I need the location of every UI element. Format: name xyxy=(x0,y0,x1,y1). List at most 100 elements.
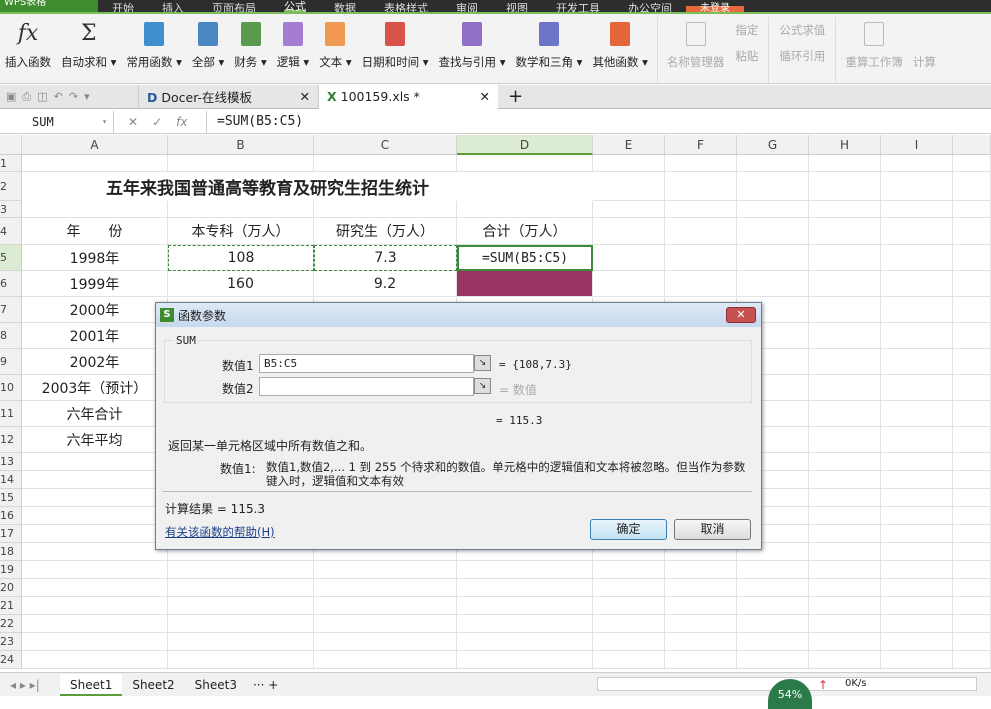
column-header-J[interactable] xyxy=(953,135,991,155)
function-category-button[interactable]: 查找与引用 ▾ xyxy=(439,14,506,70)
cell[interactable] xyxy=(593,172,665,201)
cell[interactable] xyxy=(593,561,665,579)
preview-icon[interactable]: ◫ xyxy=(37,90,47,104)
cell[interactable] xyxy=(953,375,991,401)
cell[interactable] xyxy=(737,579,809,597)
more-sheets-icon[interactable]: ··· + xyxy=(253,678,278,692)
print-icon[interactable]: ⎙ xyxy=(22,90,31,104)
cell[interactable] xyxy=(881,597,953,615)
cell[interactable] xyxy=(809,651,881,669)
cell[interactable] xyxy=(953,427,991,453)
cell[interactable] xyxy=(665,218,737,245)
cell[interactable] xyxy=(737,271,809,297)
cell[interactable] xyxy=(168,579,314,597)
cell[interactable] xyxy=(953,453,991,471)
doc-tab-workbook[interactable]: X 100159.xls * ✕ xyxy=(318,84,498,109)
column-header-E[interactable]: E xyxy=(593,135,665,155)
cell[interactable] xyxy=(881,375,953,401)
dropdown-icon[interactable]: ▾ xyxy=(84,90,90,104)
cell[interactable] xyxy=(953,401,991,427)
cell[interactable] xyxy=(22,201,168,218)
cell[interactable] xyxy=(314,615,457,633)
function-category-button[interactable]: 日期和时间 ▾ xyxy=(362,14,429,70)
cell[interactable] xyxy=(665,271,737,297)
cell[interactable] xyxy=(665,245,737,271)
cell[interactable] xyxy=(953,561,991,579)
row-header-5[interactable]: 5 xyxy=(0,245,22,271)
cell[interactable] xyxy=(593,579,665,597)
formula-eval-button[interactable]: 公式求值 xyxy=(779,22,825,38)
cell[interactable] xyxy=(953,323,991,349)
cell[interactable] xyxy=(809,271,881,297)
cancel-button[interactable]: 取消 xyxy=(674,519,751,540)
cell[interactable] xyxy=(22,543,168,561)
cell[interactable] xyxy=(22,155,168,172)
row-header-3[interactable]: 3 xyxy=(0,201,22,218)
cell[interactable] xyxy=(665,597,737,615)
cell[interactable] xyxy=(809,453,881,471)
row-header-9[interactable]: 9 xyxy=(0,349,22,375)
function-category-button[interactable]: 常用函数 ▾ xyxy=(126,14,182,70)
row-header-16[interactable]: 16 xyxy=(0,507,22,525)
cell[interactable] xyxy=(953,525,991,543)
row-header-19[interactable]: 19 xyxy=(0,561,22,579)
close-button[interactable]: ✕ xyxy=(726,307,756,323)
cell[interactable] xyxy=(22,579,168,597)
row-header-2[interactable]: 2 xyxy=(0,172,22,201)
tab-formulas[interactable]: 公式 xyxy=(284,1,306,12)
cell[interactable] xyxy=(881,349,953,375)
cell[interactable] xyxy=(953,349,991,375)
cell[interactable] xyxy=(457,615,593,633)
cell[interactable] xyxy=(593,155,665,172)
recalc-workbook-button[interactable]: 重算工作簿 xyxy=(845,14,903,70)
cell[interactable] xyxy=(168,561,314,579)
cell[interactable] xyxy=(953,245,991,271)
cell[interactable] xyxy=(665,201,737,218)
cell[interactable] xyxy=(665,651,737,669)
function-category-button[interactable]: 逻辑 ▾ xyxy=(277,14,309,70)
cell[interactable] xyxy=(314,651,457,669)
row-header-7[interactable]: 7 xyxy=(0,297,22,323)
row-header-17[interactable]: 17 xyxy=(0,525,22,543)
cell[interactable] xyxy=(737,218,809,245)
cell[interactable] xyxy=(809,507,881,525)
cell[interactable] xyxy=(881,401,953,427)
cell[interactable] xyxy=(593,633,665,651)
cell[interactable] xyxy=(737,155,809,172)
row-header-13[interactable]: 13 xyxy=(0,453,22,471)
cell[interactable] xyxy=(953,155,991,172)
table-cell[interactable]: 9.2 xyxy=(314,271,457,297)
cell[interactable] xyxy=(22,615,168,633)
cell[interactable] xyxy=(881,155,953,172)
table-cell[interactable]: =SUM(B5:C5) xyxy=(457,245,593,271)
cell[interactable] xyxy=(22,471,168,489)
cell[interactable] xyxy=(809,245,881,271)
arg1-input[interactable]: B5:C5 xyxy=(259,354,474,373)
calc-button[interactable]: 计算 xyxy=(913,14,936,70)
cell[interactable] xyxy=(314,201,457,218)
cell[interactable] xyxy=(953,271,991,297)
undo-icon[interactable]: ↶ xyxy=(54,90,63,104)
table-cell[interactable]: 六年合计 xyxy=(22,401,168,427)
cell[interactable] xyxy=(737,172,809,201)
arg2-input[interactable] xyxy=(259,377,474,396)
cell[interactable] xyxy=(809,323,881,349)
cell[interactable] xyxy=(953,172,991,201)
cell[interactable] xyxy=(457,561,593,579)
cell[interactable] xyxy=(593,651,665,669)
row-header-21[interactable]: 21 xyxy=(0,597,22,615)
cell[interactable] xyxy=(737,561,809,579)
cell[interactable] xyxy=(881,633,953,651)
cancel-icon[interactable]: ✕ xyxy=(128,115,138,129)
cell[interactable] xyxy=(168,597,314,615)
cell[interactable] xyxy=(665,615,737,633)
function-category-button[interactable]: 文本 ▾ xyxy=(319,14,352,70)
cell[interactable] xyxy=(809,172,881,201)
cell[interactable] xyxy=(809,543,881,561)
table-cell[interactable]: 7.3 xyxy=(314,245,457,271)
specify-button[interactable]: 指定 xyxy=(735,22,758,38)
table-cell[interactable]: 108 xyxy=(168,245,314,271)
cell[interactable] xyxy=(593,201,665,218)
cell[interactable] xyxy=(881,201,953,218)
table-cell[interactable]: 2002年 xyxy=(22,349,168,375)
